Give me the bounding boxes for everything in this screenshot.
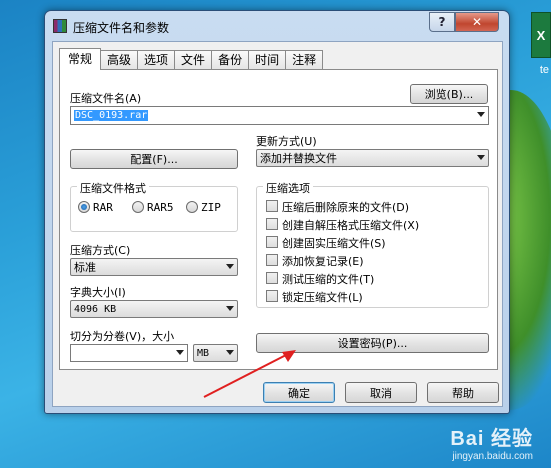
tab-time[interactable]: 时间	[248, 50, 287, 70]
dictionary-size-label: 字典大小(I)	[70, 286, 126, 299]
archive-format-label: 压缩文件格式	[77, 180, 149, 196]
excel-desktop-icon[interactable]: X	[531, 12, 551, 58]
compression-method-value: 标准	[74, 261, 96, 274]
watermark-url: jingyan.baidu.com	[452, 451, 533, 462]
archive-name-value: DSC_0193.rar	[74, 110, 149, 121]
chevron-down-icon[interactable]	[477, 112, 485, 117]
baidu-jingyan-watermark: Bai 经验 jingyan.baidu.com	[450, 422, 533, 462]
archive-name-dialog: 压缩文件名和参数 ? ✕ 常规 高级 选项 文件 备份 时间 注释 压缩文件名(…	[44, 10, 510, 414]
format-rar-label[interactable]: RAR	[93, 201, 113, 214]
tab-advanced[interactable]: 高级	[100, 50, 139, 70]
create-solid-label[interactable]: 创建固实压缩文件(S)	[282, 235, 386, 251]
winrar-app-icon	[53, 19, 67, 33]
close-button[interactable]: ✕	[455, 12, 499, 32]
dialog-client-area: 常规 高级 选项 文件 备份 时间 注释 压缩文件名(A) 浏览(B)... D…	[52, 41, 503, 407]
tab-general[interactable]: 常规	[59, 48, 102, 70]
dictionary-size-value: 4096 KB	[74, 303, 117, 315]
tab-comment[interactable]: 注释	[285, 50, 324, 70]
compression-method-label: 压缩方式(C)	[70, 244, 131, 257]
desktop-icon-letter: X	[536, 27, 546, 43]
chevron-down-icon[interactable]	[477, 155, 485, 160]
create-sfx-checkbox[interactable]	[266, 218, 278, 230]
create-solid-checkbox[interactable]	[266, 236, 278, 248]
window-title: 压缩文件名和参数	[73, 21, 170, 35]
format-zip-label[interactable]: ZIP	[201, 201, 221, 214]
desktop-icon-label[interactable]: te	[540, 64, 549, 76]
test-files-checkbox[interactable]	[266, 272, 278, 284]
dictionary-size-select[interactable]: 4096 KB	[70, 300, 238, 318]
split-volumes-input[interactable]	[70, 344, 188, 362]
split-unit-value: MB	[197, 347, 210, 359]
recovery-record-label[interactable]: 添加恢复记录(E)	[282, 253, 364, 269]
tab-backup[interactable]: 备份	[211, 50, 250, 70]
general-tab-panel: 压缩文件名(A) 浏览(B)... DSC_0193.rar 配置(F)... …	[59, 69, 498, 370]
watermark-logo-text: Bai 经验	[450, 428, 533, 450]
test-files-label[interactable]: 测试压缩的文件(T)	[282, 271, 374, 287]
chevron-down-icon[interactable]	[226, 264, 234, 269]
create-sfx-label[interactable]: 创建自解压格式压缩文件(X)	[282, 217, 419, 233]
tab-strip: 常规 高级 选项 文件 备份 时间 注释	[59, 48, 324, 70]
split-volumes-label: 切分为分卷(V)，大小	[70, 330, 175, 343]
archiving-options-label: 压缩选项	[263, 180, 313, 196]
chevron-down-icon[interactable]	[176, 350, 184, 355]
lock-archive-checkbox[interactable]	[266, 290, 278, 302]
update-mode-label: 更新方式(U)	[256, 135, 317, 148]
ok-button[interactable]: 确定	[263, 382, 335, 403]
tab-files[interactable]: 文件	[174, 50, 213, 70]
chevron-down-icon[interactable]	[226, 350, 234, 355]
archive-name-input[interactable]: DSC_0193.rar	[70, 106, 489, 125]
chevron-down-icon[interactable]	[226, 306, 234, 311]
archive-name-label: 压缩文件名(A)	[70, 92, 142, 105]
set-password-button[interactable]: 设置密码(P)...	[256, 333, 489, 353]
format-zip-radio[interactable]	[186, 201, 198, 213]
split-unit-select[interactable]: MB	[193, 344, 238, 362]
format-rar-radio[interactable]	[78, 201, 90, 213]
help-button[interactable]: 帮助	[427, 382, 499, 403]
update-mode-value: 添加并替换文件	[260, 152, 337, 165]
delete-files-checkbox[interactable]	[266, 200, 278, 212]
recovery-record-checkbox[interactable]	[266, 254, 278, 266]
format-rar5-radio[interactable]	[132, 201, 144, 213]
help-caption-button[interactable]: ?	[429, 12, 455, 32]
cancel-button[interactable]: 取消	[345, 382, 417, 403]
update-mode-select[interactable]: 添加并替换文件	[256, 149, 489, 167]
title-bar[interactable]: 压缩文件名和参数 ? ✕	[45, 11, 509, 41]
delete-files-label[interactable]: 压缩后删除原来的文件(D)	[282, 199, 409, 215]
lock-archive-label[interactable]: 锁定压缩文件(L)	[282, 289, 363, 305]
format-rar5-label[interactable]: RAR5	[147, 201, 174, 214]
profiles-button[interactable]: 配置(F)...	[70, 149, 238, 169]
compression-method-select[interactable]: 标准	[70, 258, 238, 276]
tab-options[interactable]: 选项	[137, 50, 176, 70]
browse-button[interactable]: 浏览(B)...	[410, 84, 488, 104]
